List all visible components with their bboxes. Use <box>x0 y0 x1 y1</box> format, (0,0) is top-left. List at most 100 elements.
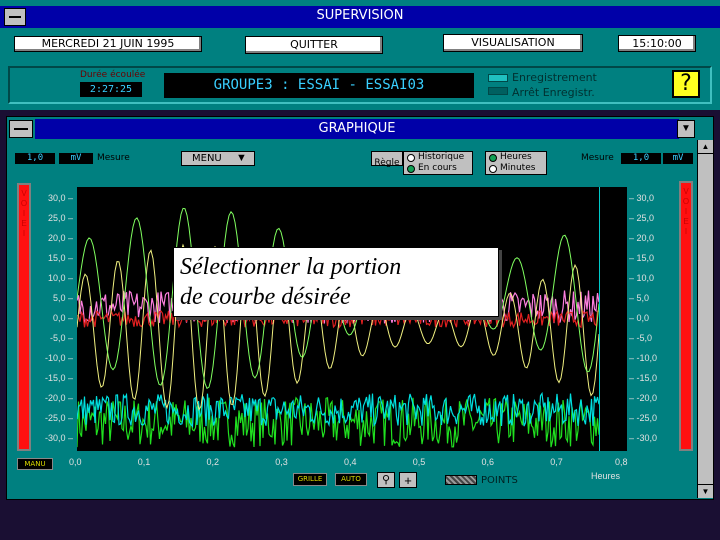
x-tick: 0,7 <box>550 457 563 467</box>
quit-label: QUITTER <box>290 38 338 51</box>
signal-plot[interactable] <box>77 187 627 451</box>
y-tick-right: – -10,0 <box>629 353 658 363</box>
y-tick-left: 30,0 – <box>47 193 73 203</box>
graphique-window: GRAPHIQUE ▼ ▲ ▼ 1,0 mV Mesure MENU ▼ Règ… <box>6 116 714 500</box>
plus-symbol: + <box>404 473 412 488</box>
visualisation-label: VISUALISATION <box>471 36 555 49</box>
stop-record-label: Arrêt Enregistr. <box>512 86 595 99</box>
history-radio[interactable] <box>407 154 415 162</box>
right-measure-label: Mesure <box>581 153 614 163</box>
y-tick-left: -25,0 – <box>44 413 73 423</box>
y-tick-left: 15,0 – <box>47 253 73 263</box>
right-bar-letter: O <box>682 197 690 206</box>
y-tick-right: – 0,0 <box>629 313 650 323</box>
x-axis-unit: Heures <box>591 471 621 481</box>
y-tick-left: -30,0 – <box>44 433 73 443</box>
supervision-titlebar: SUPERVISION <box>0 6 720 28</box>
quit-button[interactable]: QUITTER <box>245 36 383 54</box>
y-tick-left: 25,0 – <box>47 213 73 223</box>
vertical-scrollbar[interactable]: ▲ ▼ <box>697 140 713 498</box>
y-tick-left: 20,0 – <box>47 233 73 243</box>
right-bar-letter: E <box>683 217 689 226</box>
grid-label: GRILLE <box>297 475 323 483</box>
x-tick: 0,1 <box>137 457 151 467</box>
left-bar-letter: O <box>20 199 28 208</box>
x-tick: 0,3 <box>275 457 288 467</box>
y-tick-left: 5,0 – <box>52 293 73 303</box>
y-tick-right: – 10,0 <box>629 273 655 283</box>
manu-label: MANU <box>24 460 46 468</box>
y-tick-left: -5,0 – <box>49 333 73 343</box>
right-bar-letter: I <box>684 207 688 216</box>
menu-label: MENU <box>192 153 222 164</box>
zoom-icon[interactable]: ⚲ <box>377 472 395 488</box>
scroll-up-arrow-icon[interactable]: ▲ <box>698 140 713 154</box>
visualisation-button[interactable]: VISUALISATION <box>443 34 583 52</box>
points-label: POINTS <box>481 475 518 486</box>
group-title: GROUPE3 : ESSAI - ESSAI03 <box>164 73 474 98</box>
right-scale-value: 1,0 <box>621 153 661 164</box>
y-tick-right: – 5,0 <box>629 293 650 303</box>
clock-text: 15:10:00 <box>632 37 682 50</box>
minutes-label: Minutes <box>500 163 536 173</box>
right-bar-letter: I <box>684 227 688 236</box>
y-tick-left: -20,0 – <box>44 393 73 403</box>
auto-label: AUTO <box>341 475 361 483</box>
x-tick: 0,4 <box>344 457 357 467</box>
elapsed-value: 2:27:25 <box>80 82 142 97</box>
x-tick: 0,2 <box>206 457 220 467</box>
live-label: En cours <box>418 163 457 173</box>
selection-hint-callout: Sélectionner la portion de courbe désiré… <box>173 247 499 317</box>
left-scale-value: 1,0 <box>15 153 55 164</box>
left-bar-letter: V <box>21 189 27 198</box>
help-symbol: ? <box>680 71 692 96</box>
y-tick-right: – -30,0 <box>629 433 658 443</box>
help-icon[interactable]: ? <box>672 70 700 98</box>
y-tick-right: – 15,0 <box>629 253 655 263</box>
right-channel-bar[interactable]: V O I E I <box>679 181 693 451</box>
menu-chevron-down-icon: ▼ <box>236 152 247 164</box>
x-tick: 0,8 <box>615 457 628 467</box>
graphique-title: GRAPHIQUE <box>318 121 396 136</box>
time-unit-radio-group: Heures Minutes <box>485 151 547 175</box>
record-indicator-icon <box>488 74 508 82</box>
y-tick-left: -15,0 – <box>44 373 73 383</box>
left-channel-bar[interactable]: V O I E I <box>17 183 31 451</box>
date-text: MERCREDI 21 JUIN 1995 <box>41 37 175 50</box>
date-display: MERCREDI 21 JUIN 1995 <box>14 36 202 52</box>
y-tick-left: 10,0 – <box>47 273 73 283</box>
ruler-button[interactable]: Règle <box>371 151 403 168</box>
hint-line-2: de courbe désirée <box>180 284 351 310</box>
record-label: Enregistrement <box>512 71 597 84</box>
y-tick-left: -10,0 – <box>44 353 73 363</box>
add-point-button[interactable]: + <box>399 472 417 488</box>
x-tick: 0,6 <box>481 457 495 467</box>
y-tick-right: – -25,0 <box>629 413 658 423</box>
hours-radio[interactable] <box>489 154 497 162</box>
bottom-strip <box>0 500 720 540</box>
minutes-radio[interactable] <box>489 165 497 173</box>
y-tick-left: 0,0 – <box>52 313 73 323</box>
clock-display: 15:10:00 <box>618 35 696 52</box>
auto-button[interactable]: AUTO <box>335 473 367 486</box>
stop-record-indicator-icon <box>488 87 508 95</box>
left-bar-letter: E <box>21 219 27 228</box>
left-measure-label: Mesure <box>97 153 130 163</box>
graphique-titlebar: GRAPHIQUE <box>35 119 679 139</box>
left-bar-letter: I <box>22 229 26 238</box>
menu-dropdown[interactable]: MENU ▼ <box>181 151 255 166</box>
right-bar-letter: V <box>683 187 689 196</box>
y-tick-right: – 20,0 <box>629 233 655 243</box>
hours-label: Heures <box>500 152 532 162</box>
mode-radio-group: Historique En cours <box>403 151 473 175</box>
graphique-system-menu-icon[interactable] <box>9 120 33 138</box>
dropdown-arrow-icon[interactable]: ▼ <box>677 120 695 138</box>
grid-button[interactable]: GRILLE <box>293 473 327 486</box>
history-label: Historique <box>418 152 465 162</box>
y-tick-right: – 25,0 <box>629 213 655 223</box>
system-menu-icon[interactable] <box>4 8 26 26</box>
series-line-0 <box>77 396 600 448</box>
live-radio[interactable] <box>407 165 415 173</box>
scroll-down-arrow-icon[interactable]: ▼ <box>698 484 713 498</box>
manu-button[interactable]: MANU <box>17 458 53 470</box>
